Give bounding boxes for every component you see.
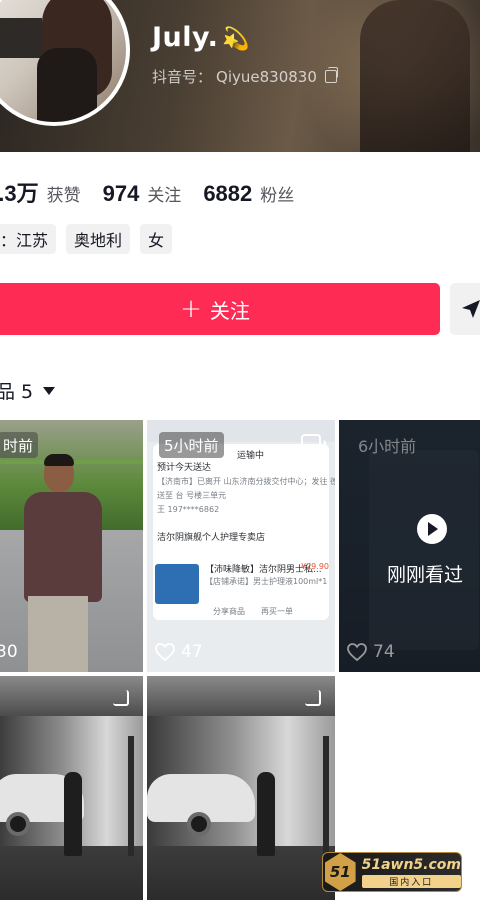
profile-tags: ：江苏 奥地利 女 — [0, 224, 173, 254]
stat-followers[interactable]: 6882 粉丝 — [203, 181, 294, 207]
tile1-person-hair — [44, 454, 74, 466]
time-badge: 6小时前 — [358, 437, 417, 456]
watermark-site: 51awn5.com — [361, 856, 461, 873]
watermark-text: 51awn5.com 国内入口 — [361, 856, 461, 888]
video-tile-3[interactable]: 6小时前 刚刚看过 74 — [339, 420, 480, 672]
stat-followers-value: 6882 — [203, 181, 253, 206]
works-tab[interactable]: 品 5 — [0, 377, 56, 404]
video-tile-1[interactable]: 时前 30 — [0, 420, 143, 672]
like-count: 30 — [0, 642, 18, 662]
tile4-doorframe — [128, 736, 134, 856]
time-badge: 5小时前 — [159, 432, 224, 458]
stat-following-value: 974 — [102, 181, 140, 206]
tag-gender: 女 — [140, 224, 173, 254]
tile1-person-shirt — [24, 492, 102, 602]
video-tile-2[interactable]: 运输中 预计今天送达 【济南市】已离开 山东济南分拨交付中心；发往 德州 送至 … — [147, 420, 335, 672]
watermark-badge: 51 — [325, 853, 356, 891]
stat-likes: 3.3万 获赞 — [0, 176, 81, 208]
profile-banner: July. 💫 抖音号： Qiyue830830 — [0, 0, 480, 152]
tile5-wheel — [187, 812, 211, 836]
site-watermark: 51 51awn5.com 国内入口 — [322, 852, 462, 892]
tag-country: 奥地利 — [66, 224, 131, 254]
username: July. 💫 — [152, 22, 250, 53]
like-count-value: 47 — [181, 642, 203, 662]
tile5-floor — [147, 846, 335, 900]
multi-image-icon — [113, 690, 129, 706]
banner-figure — [360, 0, 470, 152]
tile2-price: ¥79.90 — [301, 562, 329, 571]
follow-label: 关注 — [209, 298, 250, 323]
tile5-doorframe — [323, 736, 329, 856]
plus-icon: + — [180, 294, 202, 324]
sparkle-icon: 💫 — [222, 27, 251, 52]
copy-icon[interactable] — [324, 67, 338, 83]
tag-location: ：江苏 — [0, 224, 57, 254]
time-badge: 时前 — [0, 432, 39, 458]
heart-icon — [155, 643, 175, 661]
stat-likes-label: 获赞 — [46, 186, 81, 206]
works-label: 品 5 — [0, 381, 34, 403]
tile2-line1: 运输中 — [237, 451, 265, 461]
tile2-product-image — [155, 564, 199, 604]
tile2-product-sub: 【店铺承诺】男士护理液100ml*1 — [205, 577, 328, 586]
watermark-sub: 国内入口 — [361, 874, 461, 888]
share-icon — [462, 300, 480, 318]
tile1-person-pants — [28, 596, 88, 672]
tile2-line5: 王 197****6862 — [157, 505, 220, 514]
like-count: 74 — [347, 642, 395, 662]
stat-following[interactable]: 974 关注 — [103, 181, 182, 207]
tile2-line3: 【济南市】已离开 山东济南分拨交付中心；发往 德州 — [157, 477, 335, 486]
douyin-id-row[interactable]: 抖音号： Qiyue830830 — [152, 66, 338, 87]
avatar-body — [37, 48, 97, 122]
tile2-btn2: 再买一单 — [261, 607, 293, 616]
multi-image-icon — [305, 690, 321, 706]
avatar[interactable] — [0, 0, 130, 126]
video-tile-5[interactable] — [147, 676, 335, 900]
tile4-wheel — [6, 812, 30, 836]
tile5-person — [257, 772, 275, 856]
tile2-line2: 预计今天送达 — [157, 463, 212, 473]
tile2-line4: 送至 台 号楼三单元 — [157, 491, 227, 500]
stat-likes-value: 3.3万 — [0, 181, 39, 206]
profile-stats: 3.3万 获赞 974 关注 6882 粉丝 — [0, 176, 316, 208]
tile2-shop: 洁尔阴旗舰个人护理专卖店 — [157, 533, 266, 543]
douyin-id-label: 抖音号： — [152, 68, 213, 86]
recently-watched-label: 刚刚看过 — [387, 564, 464, 586]
tile4-person — [64, 772, 82, 856]
follow-button[interactable]: + 关注 — [0, 283, 440, 335]
multi-image-icon — [301, 434, 326, 458]
heart-icon — [347, 643, 367, 661]
stat-followers-label: 粉丝 — [260, 186, 295, 206]
username-text: July. — [152, 22, 219, 53]
share-button[interactable] — [450, 283, 480, 335]
like-count-value: 74 — [373, 642, 395, 662]
play-icon — [417, 514, 447, 544]
avatar-desk — [0, 18, 42, 58]
tile2-btn1: 分享商品 — [213, 607, 245, 616]
stat-following-label: 关注 — [147, 186, 182, 206]
video-tile-4[interactable] — [0, 676, 143, 900]
caret-down-icon — [43, 386, 56, 395]
douyin-id-value: Qiyue830830 — [216, 67, 317, 86]
like-count-value: 30 — [0, 642, 18, 662]
like-count: 47 — [155, 642, 203, 662]
